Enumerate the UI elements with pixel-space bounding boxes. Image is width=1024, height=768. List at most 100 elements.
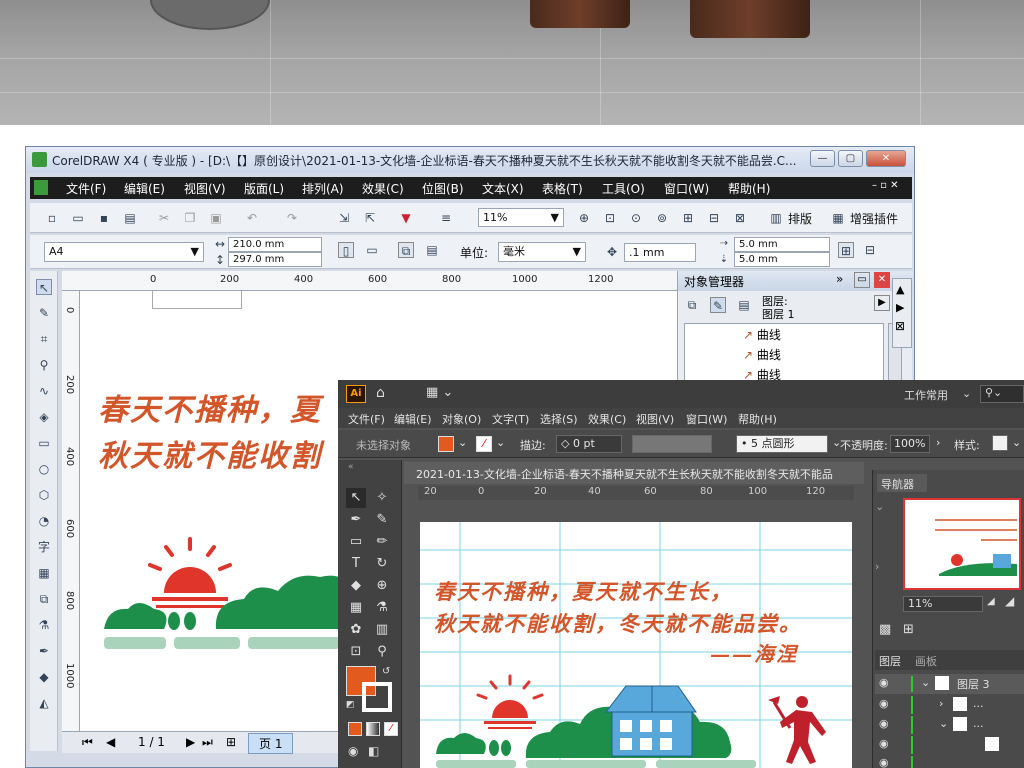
edit-across-layers-icon[interactable]: ✎ bbox=[710, 297, 726, 313]
stroke-swatch[interactable]: ⁄ bbox=[476, 436, 492, 452]
arrange-documents-icon[interactable]: ▦ ⌄ bbox=[426, 385, 453, 400]
ai-menu-select[interactable]: 选择(S) bbox=[540, 411, 578, 427]
next-page-icon[interactable]: ▶ bbox=[186, 735, 195, 749]
brush-select[interactable]: • 5 点圆形 bbox=[736, 435, 828, 453]
sublayer-row[interactable]: ◉ bbox=[875, 736, 1024, 754]
menu-table[interactable]: 表格(T) bbox=[542, 180, 583, 197]
first-page-icon[interactable]: ⏮ bbox=[82, 735, 93, 750]
treat-as-filled-icon[interactable]: ⊟ bbox=[862, 242, 878, 258]
menu-edit[interactable]: 编辑(E) bbox=[124, 180, 165, 197]
no-fill-swatch[interactable]: ⊠ bbox=[895, 319, 905, 333]
flyout-arrow-icon[interactable]: ▶ bbox=[874, 295, 890, 311]
doc-window-controls[interactable]: – ▫ ✕ bbox=[872, 180, 899, 191]
ai-menu-file[interactable]: 文件(F) bbox=[348, 411, 385, 427]
menu-layout[interactable]: 版面(L) bbox=[244, 180, 284, 197]
menu-text[interactable]: 文本(X) bbox=[482, 180, 524, 197]
app-launcher-icon[interactable]: ▼ bbox=[398, 210, 414, 226]
menu-bitmaps[interactable]: 位图(B) bbox=[422, 180, 464, 197]
chevron-down-icon[interactable]: ⌄ bbox=[939, 717, 948, 730]
all-pages-icon[interactable]: ⧉ bbox=[398, 242, 414, 258]
layer-manager-icon[interactable]: ▤ bbox=[736, 297, 752, 313]
paper-size-select[interactable]: A4 ▼ bbox=[44, 242, 204, 262]
color-mode-icon[interactable] bbox=[348, 722, 362, 736]
duplicate-y-field[interactable]: 5.0 mm bbox=[734, 252, 830, 267]
interactive-fill-icon[interactable]: ◭ bbox=[36, 695, 52, 711]
ai-menu-edit[interactable]: 编辑(E) bbox=[394, 411, 432, 427]
print-icon[interactable]: ▤ bbox=[122, 210, 138, 226]
zoom-fit-icon[interactable]: ⊠ bbox=[732, 210, 748, 226]
shape-builder-icon[interactable]: ⊕ bbox=[372, 576, 392, 596]
home-icon[interactable]: ⌂ bbox=[376, 385, 385, 401]
navigator-zoom-field[interactable]: 11% bbox=[903, 596, 983, 612]
ai-menu-object[interactable]: 对象(O) bbox=[442, 411, 481, 427]
collapse-icon[interactable]: « bbox=[348, 462, 354, 472]
zoom-select[interactable]: 11% ▼ bbox=[478, 208, 564, 227]
pen-tool-icon[interactable]: ✒ bbox=[346, 510, 366, 530]
artboards-tab[interactable]: 画板 bbox=[915, 653, 937, 669]
zoom-height-icon[interactable]: ⊟ bbox=[706, 210, 722, 226]
blend-tool-icon[interactable]: ⧉ bbox=[36, 591, 52, 607]
stroke-weight-field[interactable]: ◇ 0 pt bbox=[556, 435, 622, 453]
unit-select[interactable]: 毫米 ▼ bbox=[498, 242, 586, 262]
default-colors-icon[interactable]: ◩ bbox=[346, 700, 355, 710]
smart-fill-icon[interactable]: ◈ bbox=[36, 409, 52, 425]
close-button[interactable]: ✕ bbox=[866, 150, 906, 167]
open-icon[interactable]: ▭ bbox=[70, 210, 86, 226]
rectangle-tool-icon[interactable]: ▭ bbox=[36, 435, 52, 451]
zoom-tool-icon[interactable]: ⚲ bbox=[36, 357, 52, 373]
menu-help[interactable]: 帮助(H) bbox=[728, 180, 770, 197]
freehand-tool-icon[interactable]: ∿ bbox=[36, 383, 52, 399]
eraser-tool-icon[interactable]: ◆ bbox=[346, 576, 366, 596]
ai-menu-window[interactable]: 窗口(W) bbox=[686, 411, 727, 427]
tree-item[interactable]: ↗ 曲线 bbox=[743, 326, 781, 343]
screen-mode-icon[interactable]: ◧ bbox=[368, 744, 379, 758]
zoom-selected-icon[interactable]: ⊙ bbox=[628, 210, 644, 226]
duplicate-x-field[interactable]: 5.0 mm bbox=[734, 237, 830, 252]
page-height-field[interactable]: 297.0 mm bbox=[228, 252, 322, 267]
chevron-right-icon[interactable]: › bbox=[939, 697, 943, 710]
crop-tool-icon[interactable]: ⌗ bbox=[36, 331, 52, 347]
eye-icon[interactable]: ◉ bbox=[879, 676, 889, 689]
artboard-tool-icon[interactable]: ⊡ bbox=[346, 642, 366, 662]
gradient-tool-icon[interactable]: ▦ bbox=[346, 598, 366, 618]
layers-tab[interactable]: 图层 bbox=[879, 653, 901, 669]
style-swatch[interactable] bbox=[992, 435, 1008, 451]
minimize-panel-icon[interactable]: ▭ bbox=[854, 272, 870, 288]
navigator-tab[interactable]: 导航器 bbox=[877, 474, 927, 492]
table-tool-icon[interactable]: ▦ bbox=[36, 565, 52, 581]
layer-row[interactable]: ◉ ⌄ 图层 3 bbox=[875, 674, 1024, 694]
workspace-select[interactable]: 工作常用 bbox=[904, 387, 948, 403]
zoom-width-icon[interactable]: ⊞ bbox=[680, 210, 696, 226]
search-icon[interactable]: ⚲⌄ bbox=[980, 385, 1024, 403]
last-page-icon[interactable]: ⏭ bbox=[202, 735, 213, 750]
page-tab[interactable]: 页 1 bbox=[248, 733, 294, 754]
new-icon[interactable]: ▫ bbox=[44, 210, 60, 226]
menu-window[interactable]: 窗口(W) bbox=[664, 180, 709, 197]
save-icon[interactable]: ▪ bbox=[96, 210, 112, 226]
polygon-tool-icon[interactable]: ⬡ bbox=[36, 487, 52, 503]
copy-icon[interactable]: ❐ bbox=[182, 210, 198, 226]
snap-icon[interactable]: ⊞ bbox=[838, 242, 854, 258]
panel-collapse-icon[interactable]: ⌄ bbox=[875, 500, 884, 513]
chart-tool-icon[interactable]: ▥ bbox=[372, 620, 392, 640]
cut-icon[interactable]: ✂ bbox=[156, 210, 172, 226]
tree-item[interactable]: ↗ 曲线 bbox=[743, 346, 781, 363]
undo-icon[interactable]: ↶ bbox=[244, 210, 260, 226]
sublayer-row[interactable]: ◉ ⌄ ... bbox=[875, 716, 1024, 734]
none-mode-icon[interactable]: ⁄ bbox=[384, 722, 398, 736]
opacity-field[interactable]: 100% bbox=[890, 435, 930, 453]
current-page-icon[interactable]: ▤ bbox=[424, 242, 440, 258]
imposition-button[interactable]: 排版 bbox=[788, 210, 812, 227]
panel-icon-b[interactable]: ⊞ bbox=[903, 622, 914, 637]
menu-effects[interactable]: 效果(C) bbox=[362, 180, 404, 197]
swap-colors-icon[interactable]: ↺ bbox=[382, 666, 390, 677]
ai-menu-type[interactable]: 文字(T) bbox=[492, 411, 529, 427]
page-width-field[interactable]: 210.0 mm bbox=[228, 237, 322, 252]
redo-icon[interactable]: ↷ bbox=[284, 210, 300, 226]
pencil-tool-icon[interactable]: ✏ bbox=[372, 532, 392, 552]
navigator-preview[interactable] bbox=[903, 498, 1021, 590]
ai-menu-view[interactable]: 视图(V) bbox=[636, 411, 674, 427]
ai-artboard[interactable]: 春天不播种，夏天就不生长， 秋天就不能收割，冬天就不能品尝。 ——海涅 bbox=[420, 522, 852, 768]
export-icon[interactable]: ⇱ bbox=[362, 210, 378, 226]
eye-icon[interactable]: ◉ bbox=[879, 697, 889, 710]
